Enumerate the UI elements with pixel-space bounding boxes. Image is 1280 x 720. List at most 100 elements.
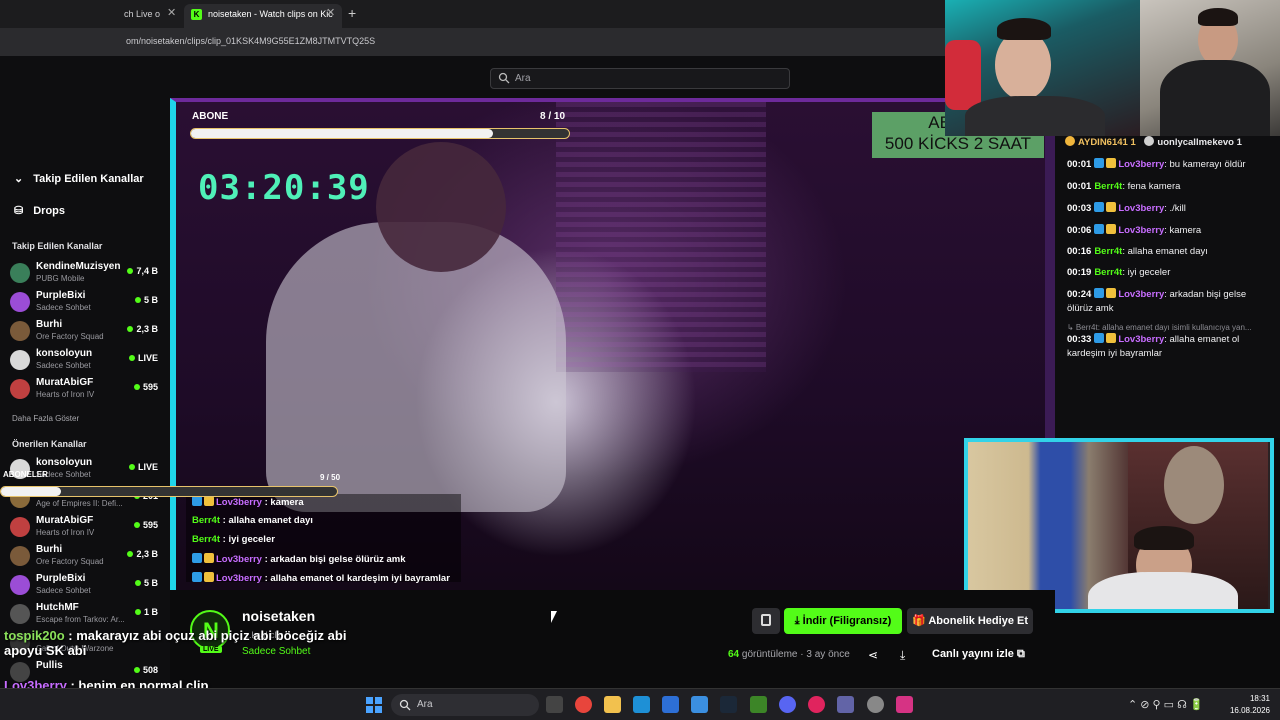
chat-timestamp: 00:03: [1067, 203, 1092, 214]
sidebar-item-drops[interactable]: ⛁ Drops: [14, 204, 65, 217]
sidebar-channel[interactable]: PurpleBixi Sadece Sohbet 5 B: [10, 289, 162, 317]
chat-username[interactable]: Lov3berry: [1118, 334, 1164, 345]
mail-icon[interactable]: [691, 696, 708, 713]
chat-username[interactable]: Berr4t: [1094, 267, 1122, 278]
chat-timestamp: 00:01: [1067, 159, 1092, 170]
chat-username[interactable]: Berr4t: [1094, 181, 1122, 192]
sidebar-channel[interactable]: Burhi Ore Factory Squad 2,3 B: [10, 543, 162, 571]
channel-category: Sadece Sohbet: [36, 361, 91, 370]
gift-sub-button[interactable]: 🎁 Abonelik Hediye Et: [907, 608, 1033, 634]
view-count: 64 görüntüleme · 3 ay önce: [728, 649, 850, 660]
chat-username[interactable]: Lov3berry: [1118, 289, 1164, 300]
sidebar-channel[interactable]: MuratAbiGF Hearts of Iron IV 595: [10, 514, 162, 542]
search-input[interactable]: Ara: [490, 68, 790, 89]
copy-button[interactable]: [752, 608, 780, 634]
minecraft-icon[interactable]: [750, 696, 767, 713]
sidebar-channel[interactable]: Burhi Ore Factory Squad 2,3 B: [10, 318, 162, 346]
crown-badge-icon: [1106, 224, 1117, 234]
chrome-icon[interactable]: [575, 696, 592, 713]
coin-icon: [1065, 136, 1075, 146]
channel-avatar: [10, 604, 30, 624]
badge-icon: [192, 496, 202, 506]
sidebar-item-following[interactable]: ⌄ Takip Edilen Kanallar: [14, 172, 144, 185]
channel-name[interactable]: noisetaken: [242, 608, 315, 624]
task-view-icon[interactable]: [546, 696, 563, 713]
taskbar-search-placeholder: Ara: [417, 699, 433, 710]
overlay-chat: Lov3berry : kamera Berr4t : allaha emanet…: [186, 494, 461, 584]
show-more-link[interactable]: Daha Fazla Göster: [12, 414, 79, 423]
sidebar-channel[interactable]: PurpleBixi Sadece Sohbet 5 B: [10, 572, 162, 600]
gifter-name[interactable]: AYDIN6141: [1078, 137, 1128, 148]
channel-category: Ore Factory Squad: [36, 332, 104, 341]
views-number: 64: [728, 649, 740, 660]
chat-timestamp: 00:24: [1067, 289, 1092, 300]
live-dot-icon: [133, 384, 140, 390]
chat-text: : arkadan bişi gelse ölürüz amk: [264, 554, 406, 565]
gifter-name[interactable]: uonlycallmekevo: [1157, 137, 1234, 148]
stream-chat-line: tospik20o : makarayız abi oçuz abi piçiz…: [4, 628, 349, 658]
chat-panel: AYDIN6141 1 uonlycallmekevo 1 00:01 Lov3b…: [1055, 136, 1280, 438]
chat-username[interactable]: Lov3berry: [1118, 159, 1164, 170]
views-label: görüntüleme: [741, 649, 798, 660]
channel-avatar: [10, 575, 30, 595]
sidebar-channel[interactable]: HutchMF Escape from Tarkov: Ar... 1 B: [10, 601, 162, 629]
chat-text: : allaha emanet dayı: [1122, 246, 1208, 257]
taskbar-clock[interactable]: 18:31 16.08.2026: [1226, 693, 1270, 717]
badge-icon: [1094, 288, 1105, 298]
chat-username[interactable]: Lov3berry: [1118, 225, 1164, 236]
system-tray[interactable]: ⌃ ⊘ ⚲ ▭ ☊ 🔋: [1128, 698, 1204, 711]
chat-text: : ./kill: [1164, 203, 1186, 214]
close-tab-icon[interactable]: ✕: [326, 6, 335, 19]
channel-avatar: [10, 546, 30, 566]
gift-icon: 🎁: [912, 615, 929, 627]
save-icon[interactable]: ⤓: [900, 648, 905, 663]
chat-message: 00:16 Berr4t: allaha emanet dayı: [1067, 245, 1272, 259]
chat-timestamp: 00:19: [1067, 267, 1092, 278]
chat-username[interactable]: Lov3berry: [1118, 203, 1164, 214]
url-text: om/noisetaken/clips/clip_01KSK4M9G55E1ZM…: [126, 36, 376, 46]
chat-text: : iyi geceler: [222, 534, 275, 545]
chat-username[interactable]: Berr4t: [1094, 246, 1122, 257]
windows-start-icon[interactable]: [366, 697, 382, 713]
sidebar-channel[interactable]: KendineMuzisyen PUBG Mobile 7,4 B: [10, 260, 162, 288]
webcam-streamer-4: [964, 438, 1274, 613]
store-icon[interactable]: [662, 696, 679, 713]
live-dot-icon: [127, 551, 134, 557]
chat-username: Lov3berry: [216, 573, 262, 584]
new-tab-icon[interactable]: +: [348, 5, 356, 21]
app-icon[interactable]: [867, 696, 884, 713]
chat-text: : kamera: [1164, 225, 1202, 236]
channel-name: Burhi: [36, 319, 63, 330]
chevron-down-icon: ⌄: [14, 173, 24, 185]
overlay-goal-count: 9 / 50: [320, 473, 341, 482]
app-icon[interactable]: [633, 696, 650, 713]
clip-age: · 3 ay önce: [800, 649, 850, 660]
download-button[interactable]: ⤓ İndir (Filigransız): [784, 608, 902, 634]
clip-video-player[interactable]: ABONE 8 / 10 03:20:39 ABONE 500 KİCKS 2 …: [170, 98, 1055, 590]
close-tab-icon[interactable]: ✕: [167, 6, 176, 19]
channel-category: Sadece Sohbet: [36, 470, 91, 479]
media-player-icon[interactable]: [808, 696, 825, 713]
channel-category: Hearts of Iron IV: [36, 528, 95, 537]
taskbar-search[interactable]: Ara: [391, 694, 539, 716]
viewer-count: 5 B: [134, 578, 158, 588]
tab-title: noisetaken - Watch clips on Kic: [208, 9, 333, 19]
watch-live-link[interactable]: Canlı yayını izle ⧉: [932, 648, 1025, 661]
overlay-goal-bar: [0, 486, 338, 497]
browser-tab-active[interactable]: K noisetaken - Watch clips on Kic: [184, 4, 342, 28]
overlay-goal-label: ABONELER: [3, 470, 48, 479]
live-dot-icon: [134, 297, 141, 303]
gifter-count: 1: [1130, 137, 1136, 148]
instagram-icon[interactable]: [896, 696, 913, 713]
file-explorer-icon[interactable]: [604, 696, 621, 713]
followed-channels-heading: Takip Edilen Kanallar: [12, 241, 103, 251]
gifter-count: 1: [1236, 137, 1242, 148]
sidebar-channel[interactable]: konsoloyun Sadece Sohbet LIVE: [10, 347, 162, 375]
steam-icon[interactable]: [720, 696, 737, 713]
teams-icon[interactable]: [837, 696, 854, 713]
share-icon[interactable]: ⋖: [868, 648, 878, 662]
discord-icon[interactable]: [779, 696, 796, 713]
sidebar-channel[interactable]: MuratAbiGF Hearts of Iron IV 595: [10, 376, 162, 404]
badge-icon: [192, 553, 202, 563]
viewer-count: LIVE: [128, 353, 158, 363]
